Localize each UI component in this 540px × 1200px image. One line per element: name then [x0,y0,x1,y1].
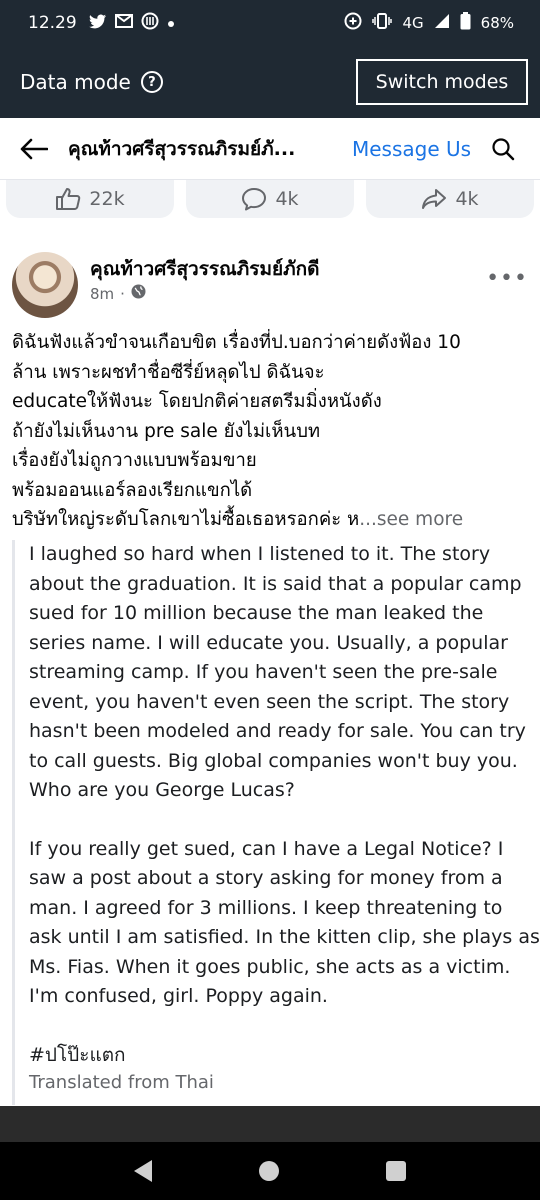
signal-icon [434,13,450,33]
gmail-icon [114,14,133,32]
system-icons: 4G 68% [344,12,514,34]
data-mode-label: Data mode [20,70,131,94]
twitter-icon [88,14,107,33]
post-text-line: ดิฉันฟังแล้วขำจนเกือบขิต เรื่องที่ป.บอกว… [12,332,461,353]
post-text-last-line: บริษัทใหญ่ระดับโลกเขาไม่ซื้อเธอหรอกค่ะ ห… [12,505,532,535]
status-time: 12.29 [28,13,77,33]
avatar[interactable] [12,252,78,318]
more-options-icon[interactable]: ••• [486,266,528,291]
translation-block: I laughed so hard when I listened to it.… [12,540,540,1105]
battery-icon [460,12,471,34]
data-mode-bar: Data mode ? Switch modes [0,46,540,118]
dot-icon [167,14,175,32]
message-us-button[interactable]: Message Us [352,137,471,161]
help-icon[interactable]: ? [140,71,163,93]
app-icon [141,12,159,34]
data-saver-icon [344,12,362,34]
meta-separator: · [120,284,125,303]
translation-paragraph-2: If you really get sued, can I have a Leg… [29,837,540,1008]
nav-back-icon[interactable] [133,1160,152,1182]
post-meta: 8m · [90,284,146,303]
hashtag-link[interactable]: #ปโป๊ะแตก [29,1041,540,1071]
post-time[interactable]: 8m [90,285,114,303]
share-icon [421,187,447,211]
translation-paragraph-1: I laughed so hard when I listened to it.… [29,543,526,801]
translated-from-label[interactable]: Translated from Thai [29,1072,540,1093]
globe-icon [131,284,146,303]
switch-modes-button[interactable]: Switch modes [356,59,528,105]
comment-count: 4k [275,188,299,210]
search-icon[interactable] [489,135,517,163]
share-count: 4k [455,188,479,210]
nav-recents-icon[interactable] [386,1161,407,1181]
network-label: 4G [402,14,424,32]
share-button[interactable]: 4k [366,180,534,218]
like-count: 22k [89,188,125,210]
comment-button[interactable]: 4k [186,180,354,218]
post-text-line: บริษัทใหญ่ระดับโลกเขาไม่ซื้อเธอหรอกค่ะ ห [12,509,360,530]
system-nav-bar [0,1142,540,1200]
post-header: คุณท้าวศรีสุวรรณภิรมย์ภักดี 8m · ••• [12,250,532,320]
comment-icon [241,187,267,211]
status-bar: 12.29 4G 68% [0,0,540,46]
reaction-bar: 22k 4k 4k [0,180,540,220]
post-author[interactable]: คุณท้าวศรีสุวรรณภิรมย์ภักดี [90,254,320,284]
nav-home-icon[interactable] [258,1161,279,1181]
notification-icons [88,12,175,34]
page-title: คุณท้าวศรีสุวรรณภิรมย์ภั... [68,137,296,160]
thumbs-up-icon [55,187,81,211]
back-arrow-icon[interactable] [18,133,50,165]
vibrate-icon [372,13,393,33]
post-original-text: ดิฉันฟังแล้วขำจนเกือบขิต เรื่องที่ป.บอกว… [12,328,532,535]
post-text-line: educateให้ฟังนะ โดยปกติค่ายสตรีมมิ่งหนัง… [12,391,382,412]
battery-percent: 68% [480,14,514,32]
like-button[interactable]: 22k [6,180,174,218]
post-text-line: ล้าน เพราะผชทำชื่อซีรี่ย์หลุดไป ดิฉันจะ [12,361,325,383]
bottom-divider [0,1106,540,1142]
see-more-link[interactable]: ...see more [359,509,463,530]
post-text-line: ถ้ายังไม่เห็นงาน pre sale ยังไม่เห็นบท [12,420,321,442]
page-header: คุณท้าวศรีสุวรรณภิรมย์ภั... Message Us [0,118,540,180]
post-text-line: เรื่องยังไม่ถูกวางแบบพร้อมขาย [12,450,257,471]
post-text-line: พร้อมออนแอร์ลองเรียกแขกได้ [12,479,253,501]
